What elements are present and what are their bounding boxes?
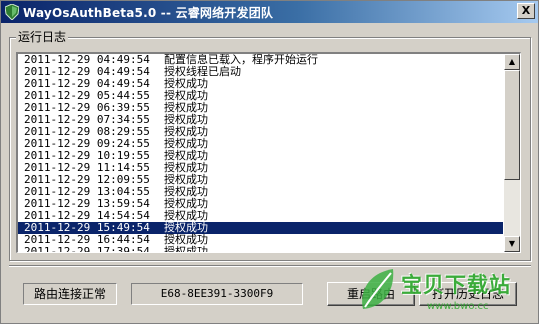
scroll-down-icon[interactable]: ▼ <box>504 236 520 252</box>
log-message: 授权成功 <box>164 149 208 162</box>
log-message: 授权成功 <box>164 137 208 150</box>
log-list[interactable]: 2011-12-29 04:49:54 配置信息已载入，程序开始运行 2011-12… <box>18 54 503 252</box>
log-message: 授权成功 <box>164 221 208 234</box>
log-row[interactable]: 2011-12-29 17:39:54 授权成功 <box>18 245 503 253</box>
vertical-scrollbar[interactable]: ▲ ▼ <box>504 54 520 252</box>
connection-status: 路由连接正常 <box>23 283 117 305</box>
title-bar[interactable]: WayOsAuthBeta5.0 -- 云睿网络开发团队 X <box>1 1 538 23</box>
main-window: WayOsAuthBeta5.0 -- 云睿网络开发团队 X 运行日志 2011… <box>0 0 539 324</box>
bottom-divider <box>9 265 531 267</box>
log-message: 授权成功 <box>164 101 208 114</box>
log-message: 授权成功 <box>164 125 208 138</box>
log-message: 授权成功 <box>164 185 208 198</box>
log-time: 2011-12-29 17:39:54 <box>24 245 150 253</box>
window-title: WayOsAuthBeta5.0 -- 云睿网络开发团队 <box>23 6 274 20</box>
log-message: 授权成功 <box>164 89 208 102</box>
log-groupbox: 运行日志 2011-12-29 04:49:54 配置信息已载入，程序开始运行 20… <box>9 30 531 261</box>
shield-app-icon <box>5 4 19 20</box>
close-button[interactable]: X <box>517 3 535 19</box>
log-message: 授权成功 <box>164 77 208 90</box>
log-message: 授权成功 <box>164 173 208 186</box>
restart-router-button[interactable]: 重启路由 <box>327 282 415 306</box>
log-message: 授权成功 <box>164 197 208 210</box>
log-message: 授权成功 <box>164 209 208 222</box>
log-listbox[interactable]: 2011-12-29 04:49:54 配置信息已载入，程序开始运行 2011-12… <box>16 52 521 253</box>
scrollbar-thumb[interactable] <box>504 70 520 180</box>
log-group-label: 运行日志 <box>16 30 69 44</box>
log-message: 授权成功 <box>164 161 208 174</box>
open-history-log-button[interactable]: 打开历史日志 <box>419 282 517 306</box>
machine-code: E68-8EE391-3300F9 <box>131 283 303 305</box>
scroll-up-icon[interactable]: ▲ <box>504 54 520 70</box>
log-message: 授权成功 <box>164 233 208 246</box>
log-message: 授权线程已启动 <box>164 65 241 78</box>
log-message: 授权成功 <box>164 245 208 253</box>
log-message: 授权成功 <box>164 113 208 126</box>
